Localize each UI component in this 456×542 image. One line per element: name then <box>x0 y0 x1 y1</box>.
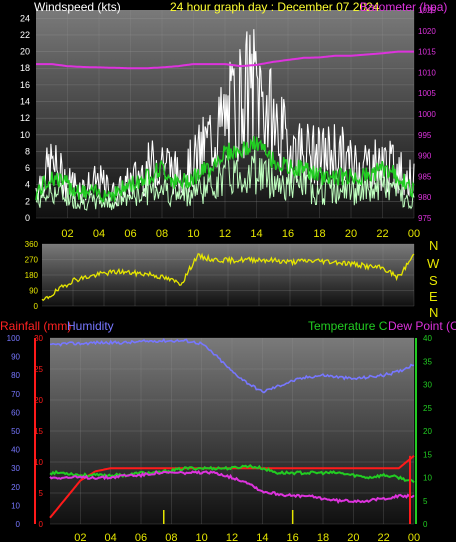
direction-y-tick-label: 270 <box>25 256 39 265</box>
barometer-y-tick-label: 995 <box>418 131 432 140</box>
graph-title: 24 hour graph day : December 07 2024 <box>170 0 380 14</box>
humidity-y-tick-label: 10 <box>11 501 20 510</box>
temperature-x-tick-label: 02 <box>74 532 86 542</box>
wind-x-tick-label: 00 <box>408 228 420 240</box>
wind-x-tick-label: 08 <box>156 228 168 240</box>
temperature-x-tick-label: 12 <box>226 532 238 542</box>
rainfall-y-tick-label: 30 <box>34 334 43 343</box>
temperature-x-tick-label: 08 <box>165 532 177 542</box>
rainfall-y-tick-label: 25 <box>34 365 43 374</box>
humidity-y-tick-label: 80 <box>11 371 20 380</box>
direction-y-tick-label: 0 <box>34 302 39 311</box>
rainfall-title: Rainfall (mm) <box>0 319 71 333</box>
compass-label-n-top: N <box>429 238 438 253</box>
humidity-y-tick-label: 70 <box>11 390 20 399</box>
wind-y-tick-label: 4 <box>25 180 30 190</box>
wind-y-tick-label: 6 <box>25 163 30 173</box>
temperature-x-tick-label: 18 <box>317 532 329 542</box>
temperature-x-tick-label: 06 <box>135 532 147 542</box>
wind-y-tick-label: 16 <box>20 80 30 90</box>
rainfall-y-tick-label: 5 <box>39 489 44 498</box>
barometer-y-tick-label: 1000 <box>418 110 436 119</box>
wind-y-tick-label: 22 <box>20 30 30 40</box>
rainfall-y-tick-label: 15 <box>34 427 43 436</box>
rainfall-y-tick-label: 0 <box>39 520 44 529</box>
wind-y-tick-label: 2 <box>25 196 30 206</box>
compass-label-w: W <box>427 256 440 271</box>
direction-y-tick-label: 90 <box>29 287 38 296</box>
temperature-x-tick-label: 04 <box>105 532 117 542</box>
wind-x-tick-label: 02 <box>61 228 73 240</box>
barometer-y-tick-label: 975 <box>418 214 432 223</box>
humidity-y-tick-label: 20 <box>11 483 20 492</box>
humidity-y-tick-label: 90 <box>11 353 20 362</box>
temperature-x-tick-label: 14 <box>256 532 268 542</box>
wind-x-tick-label: 10 <box>187 228 199 240</box>
wind-y-tick-label: 0 <box>25 213 30 223</box>
humidity-y-tick-label: 50 <box>11 427 20 436</box>
wind-x-tick-label: 20 <box>345 228 357 240</box>
temperature-y-tick-label: 15 <box>423 450 432 459</box>
wind-x-tick-label: 12 <box>219 228 231 240</box>
wind-y-tick-label: 18 <box>20 63 30 73</box>
wind-y-tick-label: 8 <box>25 146 30 156</box>
temperature-x-tick-label: 10 <box>196 532 208 542</box>
humidity-y-tick-label: 30 <box>11 464 20 473</box>
barometer-y-tick-label: 1010 <box>418 68 436 77</box>
barometer-y-tick-label: 1020 <box>418 27 436 36</box>
humidity-title: Humidity <box>67 319 114 333</box>
wind-x-tick-label: 14 <box>250 228 262 240</box>
rainfall-y-tick-label: 10 <box>34 458 43 467</box>
wind-y-tick-label: 10 <box>20 130 30 140</box>
wind-x-tick-label: 16 <box>282 228 294 240</box>
wind-y-tick-label: 20 <box>20 47 30 57</box>
temperature-x-tick-label: 16 <box>287 532 299 542</box>
wind-x-tick-label: 06 <box>124 228 136 240</box>
temperature-y-tick-label: 10 <box>423 474 432 483</box>
barometer-y-tick-label: 1005 <box>418 89 436 98</box>
compass-label-n-bottom: N <box>429 305 438 320</box>
temperature-y-tick-label: 35 <box>423 357 432 366</box>
temperature-title: Temperature C <box>308 319 388 333</box>
barometer-y-tick-label: 985 <box>418 172 432 181</box>
temperature-y-tick-label: 30 <box>423 381 432 390</box>
direction-y-tick-label: 180 <box>25 271 39 280</box>
wind-x-tick-label: 22 <box>376 228 388 240</box>
weather-graph: 0246810121416182022249759809859909951000… <box>0 0 456 542</box>
temperature-y-tick-label: 25 <box>423 404 432 413</box>
temperature-y-tick-label: 5 <box>423 497 428 506</box>
barometer-y-tick-label: 990 <box>418 152 432 161</box>
wind-y-tick-label: 12 <box>20 113 30 123</box>
humidity-y-tick-label: 0 <box>16 520 21 529</box>
wind-x-tick-label: 18 <box>313 228 325 240</box>
compass-label-e: E <box>429 289 438 304</box>
temperature-y-tick-label: 20 <box>423 427 432 436</box>
humidity-y-tick-label: 40 <box>11 446 20 455</box>
direction-y-tick-label: 360 <box>25 240 39 249</box>
temperature-x-tick-label: 22 <box>378 532 390 542</box>
humidity-y-tick-label: 100 <box>7 334 21 343</box>
temperature-x-tick-label: 00 <box>408 532 420 542</box>
wind-y-tick-label: 14 <box>20 97 30 107</box>
wind-x-tick-label: 04 <box>93 228 105 240</box>
temperature-y-tick-label: 40 <box>423 334 432 343</box>
barometer-y-tick-label: 980 <box>418 193 432 202</box>
dewpoint-title: Dew Point (C) <box>388 319 456 333</box>
barometer-y-tick-label: 1015 <box>418 48 436 57</box>
wind-y-tick-label: 24 <box>20 13 30 23</box>
rainfall-y-tick-label: 20 <box>34 396 43 405</box>
temperature-x-tick-label: 20 <box>347 532 359 542</box>
barometer-title: Barometer (hpa) <box>360 0 447 14</box>
compass-label-s: S <box>429 273 438 288</box>
wind-title: Windspeed (kts) <box>34 0 121 14</box>
humidity-y-tick-label: 60 <box>11 408 20 417</box>
temperature-y-tick-label: 0 <box>423 520 428 529</box>
